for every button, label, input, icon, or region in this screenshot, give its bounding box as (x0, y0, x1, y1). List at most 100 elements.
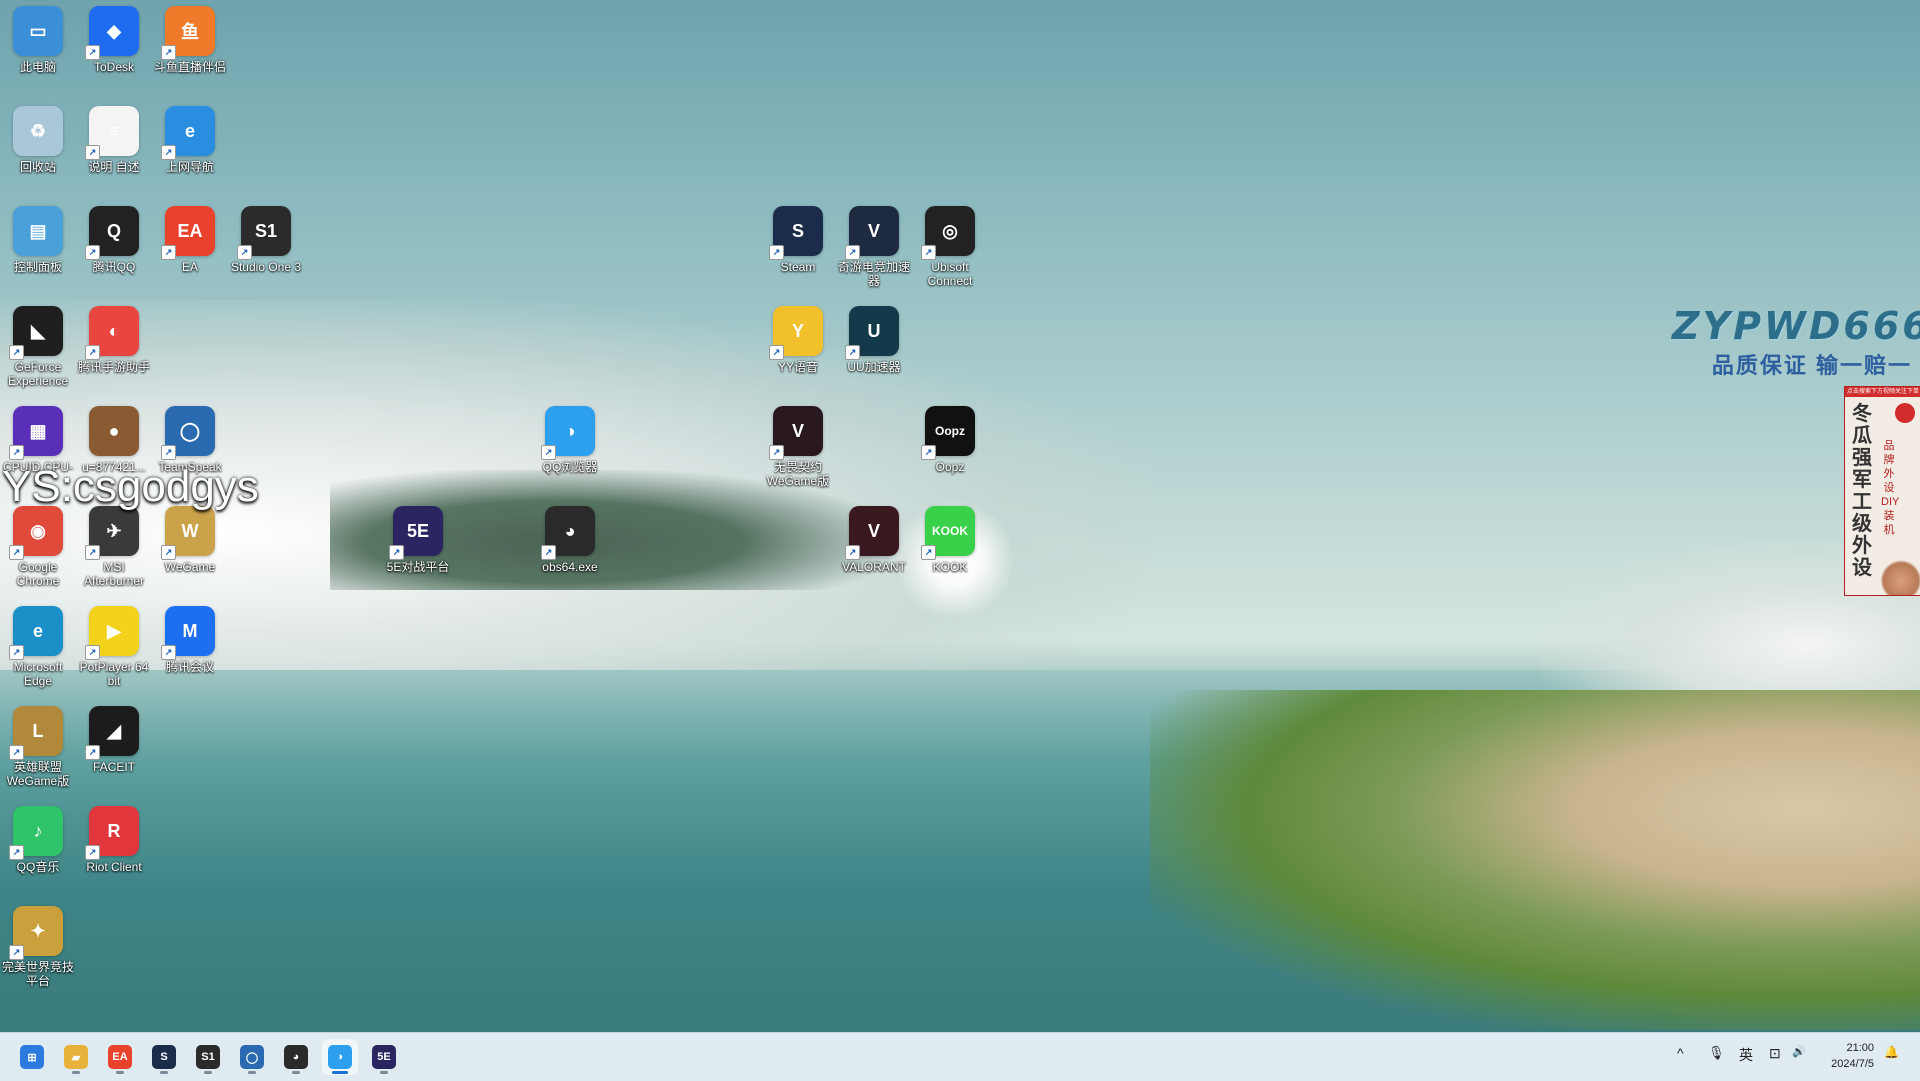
desktop-icon-5e-platform[interactable]: 5E ↗ 5E对战平台 (380, 506, 456, 574)
desktop-icon-studio-one[interactable]: S1 ↗ Studio One 3 (228, 206, 304, 274)
ad-banner[interactable]: 点击搜索下方视频关注下单 冬瓜强军工级外设 品牌外设DIY装机 (1844, 386, 1920, 596)
shortcut-arrow-icon: ↗ (845, 545, 860, 560)
shortcut-arrow-icon: ↗ (921, 545, 936, 560)
desktop-icon-readme[interactable]: ≡ ↗ 说明 自述 (76, 106, 152, 174)
tray-chevron-icon[interactable]: ^ (1677, 1045, 1684, 1061)
desktop-icon-label: ToDesk (93, 60, 134, 74)
desktop-icon-geforce-experience[interactable]: ◣ ↗ GeForce Experience (0, 306, 76, 388)
qiyou-accelerator-icon: V ↗ (845, 206, 899, 260)
desktop-icon-yy-voice[interactable]: Y ↗ YY语音 (760, 306, 836, 374)
desktop-icon-qiyou-accelerator[interactable]: V ↗ 奇游电竞加速器 (836, 206, 912, 288)
taskbar-start-button[interactable]: ⊞ (14, 1039, 50, 1075)
desktop-icon-tencent-mobile-assistant[interactable]: ◐ ↗ 腾讯手游助手 (76, 306, 152, 374)
desktop-icon-ubisoft-connect[interactable]: ◎ ↗ Ubisoft Connect (912, 206, 988, 288)
desktop-icon-uu-accelerator[interactable]: U ↗ UU加速器 (836, 306, 912, 374)
taskbar-teamspeak-button[interactable]: ◯ (234, 1039, 270, 1075)
qq-music-icon: ♪ ↗ (9, 806, 63, 860)
desktop-icon-label: QQ浏览器 (542, 460, 598, 474)
taskbar-ea-button[interactable]: EA (102, 1039, 138, 1075)
network-icon[interactable]: ⊡ (1769, 1045, 1781, 1062)
ubisoft-connect-glyph: ◎ (942, 220, 958, 241)
running-indicator (116, 1071, 124, 1074)
desktop-icon-label: Microsoft Edge (13, 660, 63, 688)
desktop-icon-label: 奇游电竞加速器 (837, 260, 910, 288)
ad-banner-top-text: 点击搜索下方视频关注下单 (1845, 387, 1920, 397)
desktop-icon-riot-client[interactable]: R ↗ Riot Client (76, 806, 152, 874)
desktop-icon-ea[interactable]: EA ↗ EA (152, 206, 228, 274)
desktop-icon-this-pc[interactable]: ▭ 此电脑 (0, 6, 76, 74)
desktop-icon-label: Studio One 3 (230, 260, 302, 274)
desktop-icon-google-chrome[interactable]: ◉ ↗ Google Chrome (0, 506, 76, 588)
shortcut-arrow-icon: ↗ (921, 445, 936, 460)
taskbar-studio-one-button[interactable]: S1 (190, 1039, 226, 1075)
taskbar: ⊞ ▰ EA S S1 ◯ ◕ ◑ 5E ^ 🎙 英 ⊡ 🔊 21:00 2024/7/5 🔔 (0, 1032, 1920, 1081)
qq-browser-icon: ◑ (328, 1045, 352, 1069)
desktop-icon-potplayer[interactable]: ▶ ↗ PotPlayer 64 bit (76, 606, 152, 688)
desktop-icon-oopz[interactable]: Oopz ↗ Oopz (912, 406, 988, 474)
desktop-icon-label: obs64.exe (542, 560, 598, 574)
desktop-icon-todesk[interactable]: ◆ ↗ ToDesk (76, 6, 152, 74)
cpuid-icon: ▦ ↗ (9, 406, 63, 460)
cpuid-glyph: ▦ (29, 420, 47, 441)
shortcut-arrow-icon: ↗ (85, 145, 100, 160)
taskbar-qq-browser-button[interactable]: ◑ (322, 1039, 358, 1075)
volume-icon[interactable]: 🔊 (1792, 1045, 1806, 1058)
taskbar-obs-button[interactable]: ◕ (278, 1039, 314, 1075)
desktop-icon-steam[interactable]: S ↗ Steam (760, 206, 836, 274)
desktop-icon-qq-browser[interactable]: ◑ ↗ QQ浏览器 (532, 406, 608, 474)
wallpaper-grass-island (1150, 690, 1920, 1030)
msi-afterburner-glyph: ✈ (106, 520, 122, 541)
desktop-icon-control-panel[interactable]: ▤ 控制面板 (0, 206, 76, 274)
watermark-title: ZYPWD666 (1672, 304, 1920, 348)
running-indicator (380, 1071, 388, 1074)
desktop-icon-recycle-bin[interactable]: ♻ 回收站 (0, 106, 76, 174)
desktop-icon-label: KOOK (932, 560, 968, 574)
desktop-icon-label: Riot Client (86, 860, 142, 874)
microsoft-edge-glyph: e (32, 620, 43, 641)
desktop[interactable]: ▭ 此电脑 ◆ ↗ ToDesk 鱼 ↗ 斗鱼直播伴侣 ♻ 回收站 ≡ ↗ 说明 自述 e ↗ 上网导航 ▤ 控制… (0, 0, 1920, 1032)
desktop-icon-label: 上网导航 (165, 160, 214, 174)
taskbar-5e-platform-button[interactable]: 5E (366, 1039, 402, 1075)
wallpaper-lake (0, 670, 1920, 1032)
obs-icon: ◕ ↗ (541, 506, 595, 560)
desktop-icon-valorant-wegame[interactable]: V ↗ 无畏契约WeGame版 (760, 406, 836, 488)
desktop-icon-microsoft-edge[interactable]: e ↗ Microsoft Edge (0, 606, 76, 688)
taskbar-file-explorer-button[interactable]: ▰ (58, 1039, 94, 1075)
desktop-icon-faceit[interactable]: ◢ ↗ FACEIT (76, 706, 152, 774)
shortcut-arrow-icon: ↗ (769, 245, 784, 260)
shortcut-arrow-icon: ↗ (921, 245, 936, 260)
desktop-icon-perfect-world[interactable]: ✦ ↗ 完美世界竞技平台 (0, 906, 76, 988)
shortcut-arrow-icon: ↗ (85, 745, 100, 760)
desktop-icon-web-navigation[interactable]: e ↗ 上网导航 (152, 106, 228, 174)
shortcut-arrow-icon: ↗ (85, 545, 100, 560)
desktop-icon-kook[interactable]: KOOK ↗ KOOK (912, 506, 988, 574)
desktop-icon-msi-afterburner[interactable]: ✈ ↗ MSI Afterburner (76, 506, 152, 588)
desktop-icon-tencent-qq[interactable]: Q ↗ 腾讯QQ (76, 206, 152, 274)
desktop-icon-valorant[interactable]: V ↗ VALORANT (836, 506, 912, 574)
desktop-icon-qq-music[interactable]: ♪ ↗ QQ音乐 (0, 806, 76, 874)
perfect-world-icon: ✦ ↗ (9, 906, 63, 960)
watermark-subtitle: 品质保证 输一赔一 (1711, 353, 1912, 378)
ea-glyph: EA (177, 220, 203, 241)
shortcut-arrow-icon: ↗ (9, 945, 24, 960)
desktop-icon-label: 斗鱼直播伴侣 (153, 60, 226, 74)
ime-indicator[interactable]: 英 (1739, 1045, 1753, 1065)
shortcut-arrow-icon: ↗ (85, 845, 100, 860)
desktop-icon-obs[interactable]: ◕ ↗ obs64.exe (532, 506, 608, 574)
valorant-wegame-glyph: V (791, 420, 804, 441)
desktop-icon-league-wegame[interactable]: L ↗ 英雄联盟WeGame版 (0, 706, 76, 788)
taskbar-steam-button[interactable]: S (146, 1039, 182, 1075)
valorant-wegame-icon: V ↗ (769, 406, 823, 460)
notification-bell-icon[interactable]: 🔔 (1884, 1045, 1899, 1059)
wegame-icon: W ↗ (161, 506, 215, 560)
microphone-icon[interactable]: 🎙 (1708, 1045, 1725, 1061)
desktop-icon-wegame[interactable]: W ↗ WeGame (152, 506, 228, 574)
desktop-icon-tencent-meeting[interactable]: M ↗ 腾讯会议 (152, 606, 228, 674)
kook-glyph: KOOK (932, 524, 968, 538)
brand-watermark: ZYPWD666 品质保证 输一赔一 (1672, 304, 1920, 380)
desktop-icon-douyu-assistant[interactable]: 鱼 ↗ 斗鱼直播伴侣 (152, 6, 228, 74)
tencent-qq-icon: Q ↗ (85, 206, 139, 260)
clock[interactable]: 21:00 2024/7/5 (1831, 1040, 1874, 1072)
desktop-icon-label: 此电脑 (19, 60, 56, 74)
readme-icon: ≡ ↗ (85, 106, 139, 160)
